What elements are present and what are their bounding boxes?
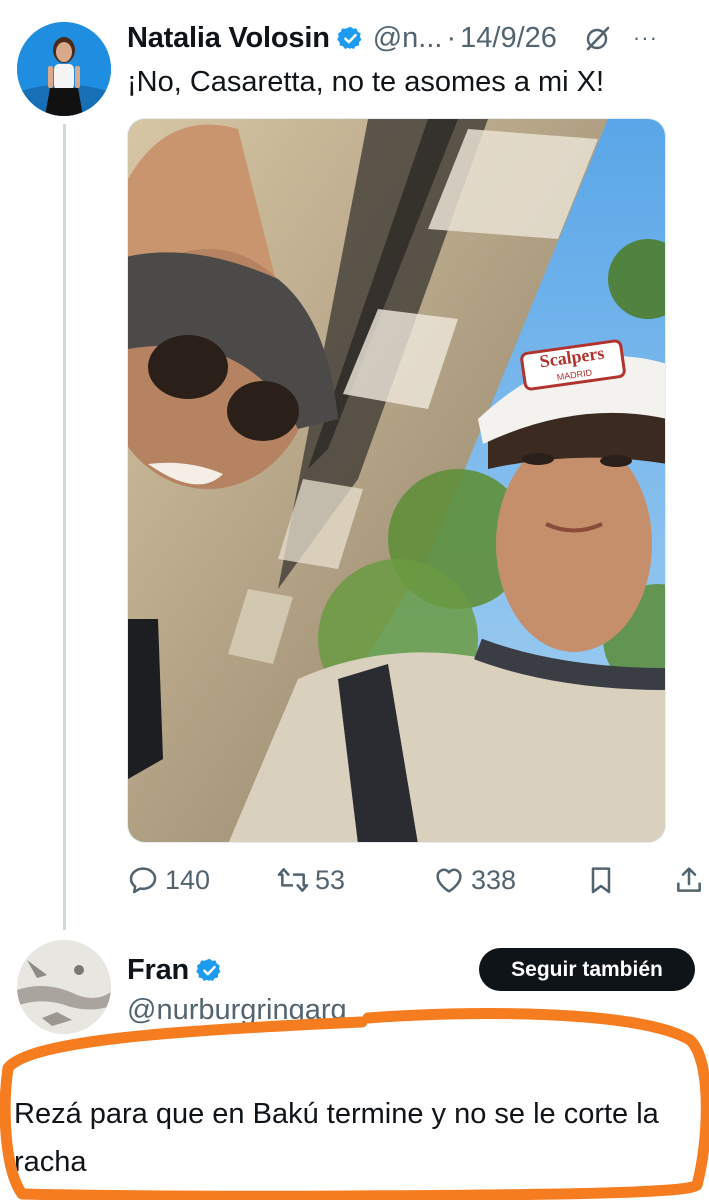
author-name[interactable]: Natalia Volosin [127, 22, 330, 55]
share-icon [677, 867, 701, 892]
repost-count: 53 [315, 864, 346, 895]
verified-badge-icon [336, 26, 362, 49]
follow-button[interactable]: Seguir también [479, 948, 695, 991]
like-button[interactable]: 338 [433, 858, 516, 902]
tweet-date[interactable]: 14/9/26 [460, 22, 557, 55]
reply-icon [129, 867, 157, 894]
repost-icon [277, 868, 309, 892]
reply-author-handle[interactable]: @nurburgringarg [127, 994, 377, 1032]
reply-text: Rezá para que en Bakú termine y no se le… [14, 1098, 659, 1178]
tweet-header: Natalia Volosin @n... · 14/9/26 ··· [127, 16, 697, 60]
reply-verified-badge-icon [196, 958, 221, 981]
reply-count: 140 [165, 864, 211, 895]
bookmark-icon [591, 867, 611, 894]
repost-button[interactable]: 53 [277, 858, 345, 902]
reply-author-avatar[interactable] [17, 940, 111, 1034]
share-button[interactable] [673, 858, 709, 902]
reply-author-name[interactable]: Fran [127, 954, 189, 987]
thread-line [63, 124, 66, 930]
grok-icon[interactable] [585, 25, 611, 51]
tweet-photo[interactable]: Scalpers MADRID [127, 118, 666, 843]
reply-header: Fran [127, 950, 232, 990]
author-handle[interactable]: @n... [373, 22, 443, 55]
reply-button[interactable]: 140 [127, 858, 210, 902]
tweet-text: ¡No, Casaretta, no te asomes a mi X! [127, 66, 605, 98]
like-icon [436, 868, 462, 893]
tweet-actions: 140 53 338 [127, 858, 709, 902]
like-count: 338 [471, 864, 517, 895]
more-icon[interactable]: ··· [633, 25, 658, 51]
bookmark-button[interactable] [585, 858, 623, 902]
meta-separator: · [446, 21, 457, 54]
author-avatar[interactable] [17, 22, 111, 116]
